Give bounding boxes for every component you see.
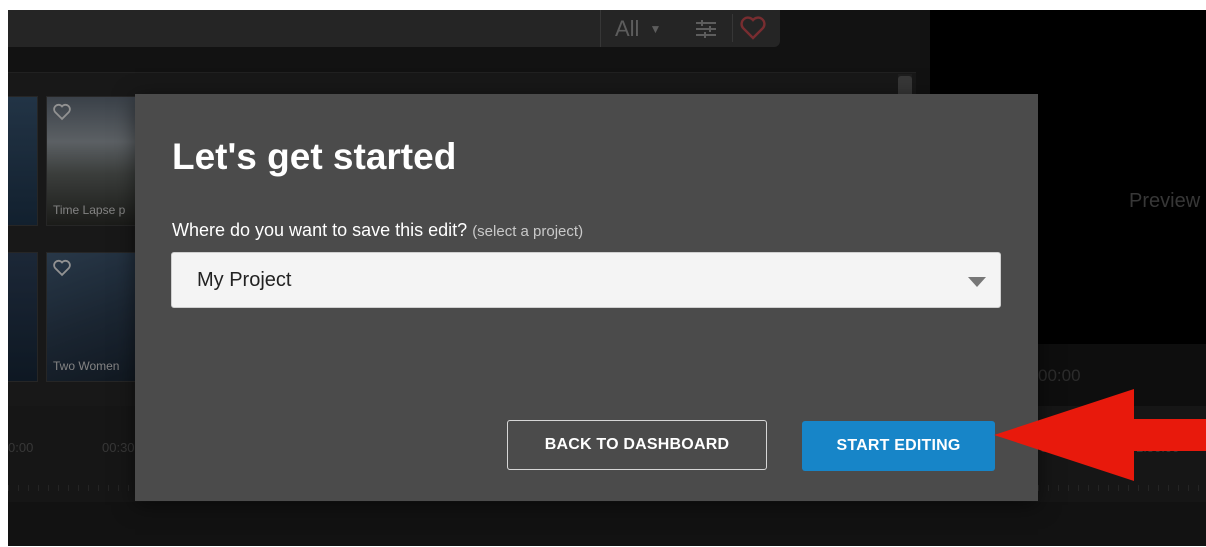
caret-down-icon: [968, 277, 986, 287]
get-started-dialog: Let's get started Where do you want to s…: [135, 94, 1038, 501]
start-editing-button[interactable]: START EDITING: [802, 421, 995, 471]
save-location-label: Where do you want to save this edit? (se…: [172, 220, 583, 241]
video-editor-app: All ▼ Time Lapse p Two Women Preview 00:…: [8, 10, 1206, 546]
save-location-hint: (select a project): [472, 223, 584, 240]
dialog-title: Let's get started: [172, 136, 457, 177]
annotation-arrow-icon: [994, 389, 1206, 481]
project-select-value: My Project: [197, 268, 292, 291]
back-to-dashboard-button[interactable]: BACK TO DASHBOARD: [507, 420, 767, 470]
save-location-question: Where do you want to save this edit?: [172, 220, 468, 240]
project-select[interactable]: My Project: [171, 252, 1001, 308]
